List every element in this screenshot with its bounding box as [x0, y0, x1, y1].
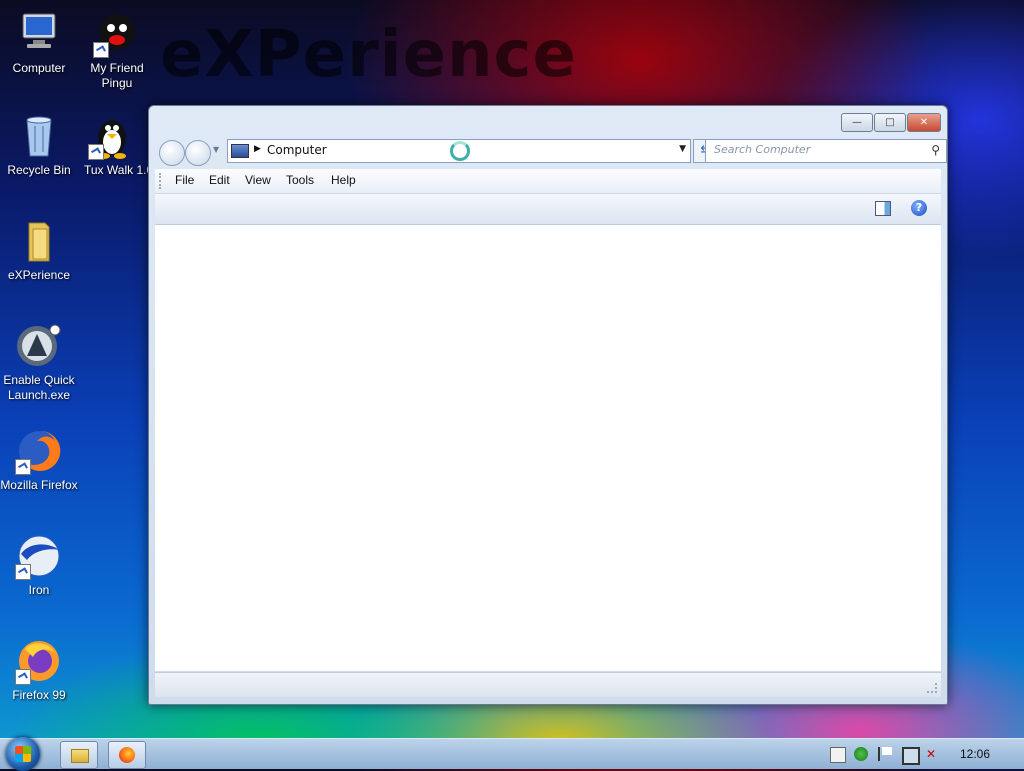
tux-icon	[88, 112, 136, 160]
network-icon[interactable]	[902, 747, 920, 765]
shortcut-arrow-icon	[15, 459, 31, 475]
desktop-icon-label: eXPerience	[7, 268, 71, 282]
resize-grip-icon[interactable]	[927, 683, 937, 693]
status-bar	[155, 672, 941, 697]
breadcrumb-arrow-icon[interactable]: ▶	[254, 144, 261, 154]
desktop-icon-my-friend-pingu[interactable]: My Friend Pingu	[78, 10, 156, 91]
shortcut-arrow-icon	[93, 42, 109, 58]
quick-launch-app-icon	[15, 322, 63, 370]
search-icon[interactable]: ⚲	[931, 143, 940, 157]
command-bar: ?	[155, 194, 941, 225]
help-icon[interactable]: ?	[911, 200, 927, 216]
computer-icon	[15, 10, 63, 58]
loading-spinner-icon	[450, 141, 470, 161]
desktop-icon-tux-walk[interactable]: Tux Walk 1.0	[78, 112, 154, 178]
action-center-flag-icon[interactable]	[878, 747, 894, 761]
preview-pane-icon[interactable]	[875, 201, 891, 216]
desktop-icon-label: Iron	[28, 583, 50, 597]
desktop-icon-label: Tux Walk 1.0	[84, 163, 154, 177]
menu-grip	[159, 173, 163, 189]
system-tray: ✕ 12:06	[814, 739, 1024, 769]
desktop-icon-recycle-bin[interactable]: Recycle Bin	[0, 112, 78, 178]
menu-edit[interactable]: Edit	[209, 173, 230, 187]
navigation-bar: ▼ ▶ Computer ▼ ⇆ Search Computer ⚲	[157, 139, 947, 166]
minimize-button[interactable]: —	[841, 113, 873, 132]
computer-icon	[231, 144, 249, 158]
desktop-watermark: eXPerience	[160, 18, 577, 92]
recycle-bin-icon	[15, 112, 63, 160]
desktop-icon-firefox-99[interactable]: Firefox 99	[0, 637, 78, 703]
search-box[interactable]: Search Computer ⚲	[705, 139, 947, 163]
desktop-icon-experience[interactable]: eXPerience	[0, 217, 78, 283]
address-text[interactable]: Computer	[267, 143, 327, 157]
shortcut-arrow-icon	[88, 144, 104, 160]
menu-file[interactable]: File	[175, 173, 194, 187]
start-button[interactable]	[6, 737, 40, 771]
desktop-icon-label: My Friend Pingu	[90, 61, 144, 90]
caption-buttons: — □ ✕	[841, 113, 941, 132]
iron-browser-icon	[15, 532, 63, 580]
menu-help[interactable]: Help	[331, 173, 356, 187]
search-placeholder[interactable]: Search Computer	[714, 143, 810, 156]
menu-view[interactable]: View	[245, 173, 271, 187]
maximize-button[interactable]: □	[874, 113, 906, 132]
volume-muted-icon[interactable]: ✕	[926, 747, 940, 761]
desktop-icon-label: Mozilla Firefox	[0, 478, 78, 492]
taskbar-explorer-button[interactable]	[60, 741, 98, 769]
desktop-icon-label: Enable Quick Launch.exe	[3, 373, 75, 402]
back-button[interactable]	[159, 140, 185, 166]
desktop-icon-label: Computer	[12, 61, 66, 75]
taskbar-firefox-button[interactable]	[108, 741, 146, 769]
explorer-window[interactable]: — □ ✕ ▼ ▶ Computer ▼ ⇆ Search Computer ⚲…	[148, 105, 948, 705]
menu-bar: File Edit View Tools Help	[155, 169, 941, 194]
address-dropdown-icon[interactable]: ▼	[679, 144, 686, 154]
menu-tools[interactable]: Tools	[286, 173, 314, 187]
address-bar[interactable]: ▶ Computer ▼	[227, 139, 691, 163]
document-tray-icon[interactable]	[830, 747, 846, 763]
security-check-icon[interactable]	[854, 747, 868, 761]
shortcut-arrow-icon	[15, 669, 31, 685]
close-button[interactable]: ✕	[907, 113, 941, 132]
folder-icon	[71, 749, 89, 763]
firefox-icon	[15, 427, 63, 475]
file-list-pane[interactable]	[155, 225, 941, 671]
clock[interactable]: 12:06	[960, 747, 990, 761]
pingu-icon	[93, 10, 141, 58]
desktop-icon-label: Recycle Bin	[7, 163, 71, 177]
shortcut-arrow-icon	[15, 564, 31, 580]
desktop-icon-iron[interactable]: Iron	[0, 532, 78, 598]
desktop-icon-label: Firefox 99	[12, 688, 66, 702]
recent-pages-dropdown-icon[interactable]: ▼	[213, 145, 219, 154]
desktop-icon-mozilla-firefox[interactable]: Mozilla Firefox	[0, 427, 78, 493]
desktop-icon-computer[interactable]: Computer	[0, 10, 78, 76]
folder-icon	[15, 217, 63, 265]
taskbar: ✕ 12:06	[0, 737, 1024, 771]
windows-logo-icon	[15, 746, 31, 762]
firefox-icon	[15, 637, 63, 685]
firefox-icon	[119, 747, 135, 763]
forward-button[interactable]	[185, 140, 211, 166]
desktop-icon-enable-quick-launch[interactable]: Enable Quick Launch.exe	[0, 322, 78, 403]
